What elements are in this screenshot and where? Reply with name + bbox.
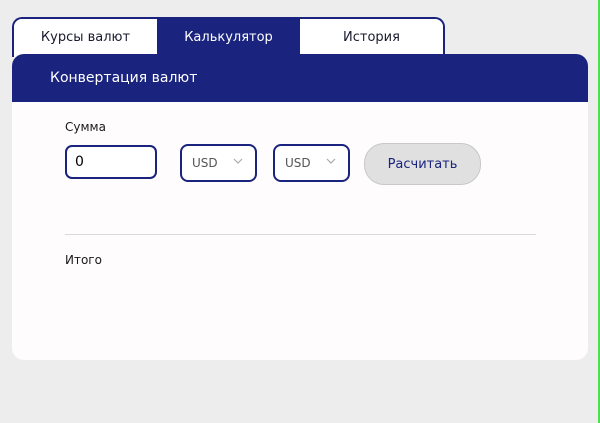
tab-rates[interactable]: Курсы валют bbox=[14, 19, 157, 57]
amount-input[interactable] bbox=[65, 145, 157, 179]
divider bbox=[65, 234, 536, 235]
tab-bar: Курсы валют Калькулятор История bbox=[12, 17, 445, 57]
card-header: Конвертация валют bbox=[12, 54, 588, 102]
tab-calculator[interactable]: Калькулятор bbox=[157, 19, 300, 57]
total-label: Итого bbox=[65, 253, 102, 267]
chevron-down-icon bbox=[233, 158, 243, 164]
to-currency-select[interactable]: USD bbox=[273, 144, 350, 182]
amount-label: Сумма bbox=[65, 120, 106, 134]
calculate-button-label: Расчитать bbox=[387, 156, 458, 172]
to-currency-value: USD bbox=[285, 156, 311, 170]
chevron-down-icon bbox=[326, 158, 336, 164]
calculate-button[interactable]: Расчитать bbox=[364, 143, 481, 185]
converter-card: Конвертация валют Сумма USD USD Расчитат… bbox=[12, 54, 588, 360]
from-currency-select[interactable]: USD bbox=[180, 144, 257, 182]
tab-history[interactable]: История bbox=[300, 19, 443, 57]
from-currency-value: USD bbox=[192, 156, 218, 170]
card-title: Конвертация валют bbox=[50, 70, 198, 86]
